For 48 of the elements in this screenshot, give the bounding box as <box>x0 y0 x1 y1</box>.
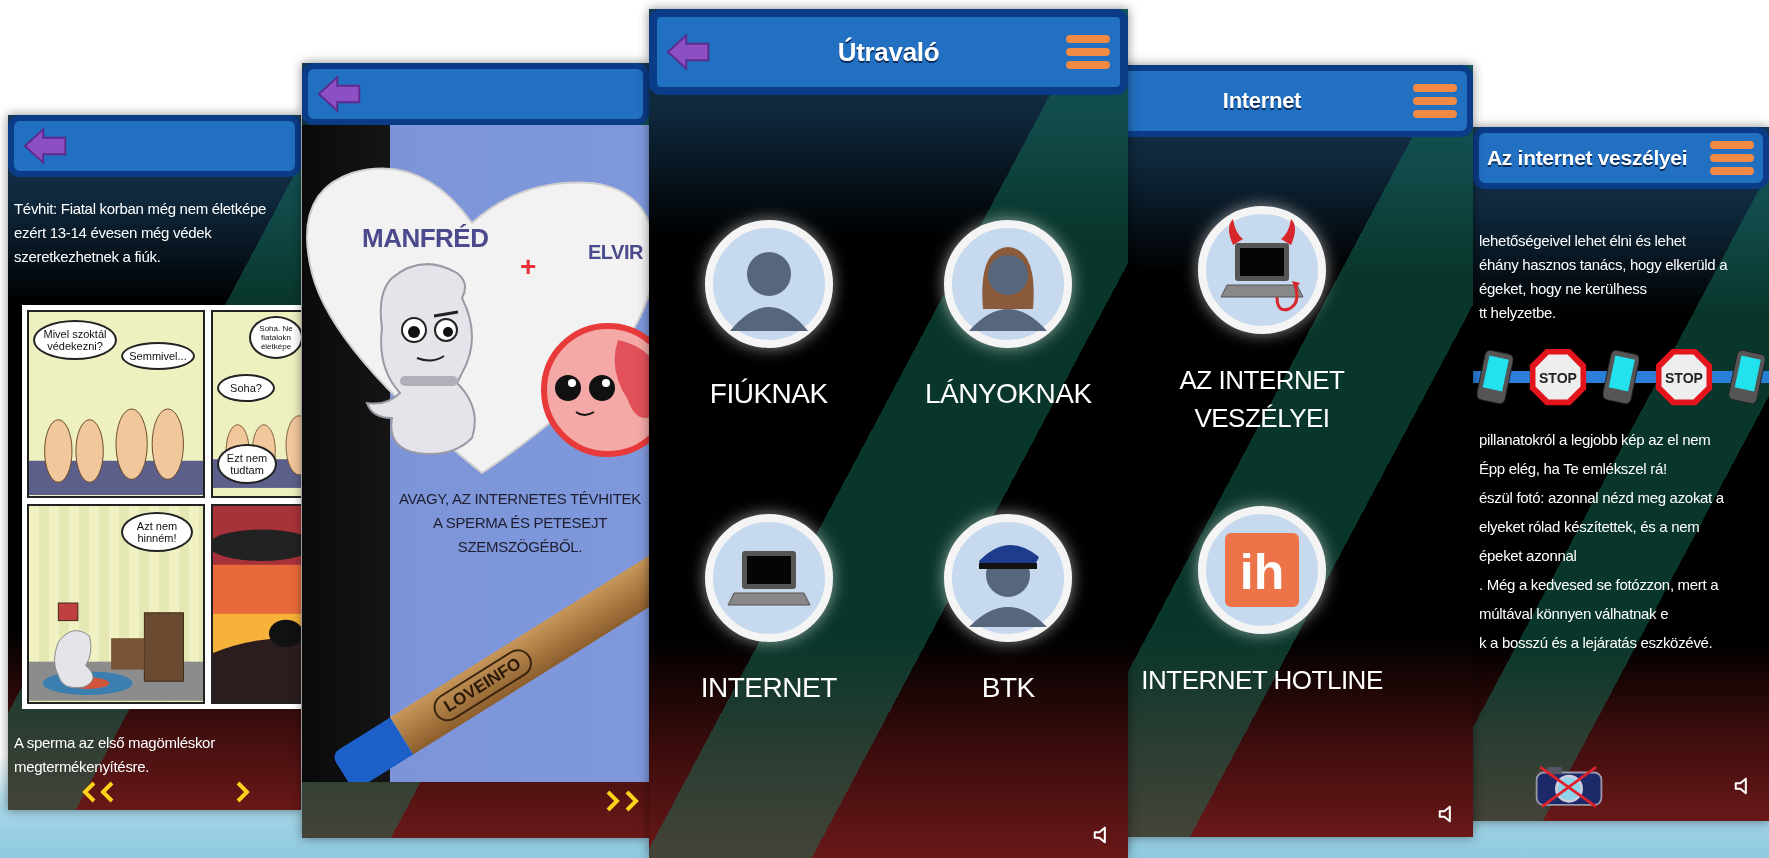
menu-tile[interactable]: INTERNET <box>700 513 837 707</box>
text-line: tt helyzetbe. <box>1479 303 1557 323</box>
horned-laptop-icon <box>1197 205 1327 335</box>
screen-title: Az internet veszélyei <box>1487 146 1689 170</box>
text-line: pillanatokról a legjobb kép az el nem <box>1479 430 1712 450</box>
speech-bubble: Soha? <box>217 374 275 402</box>
menu-tile[interactable]: ih INTERNET HOTLINE <box>1141 505 1383 699</box>
text-line: lehetőségeivel lehet élni és lehet <box>1479 231 1687 251</box>
text-line: megtermékenyítésre. <box>14 757 151 777</box>
next-icon[interactable] <box>235 781 251 803</box>
text-line: . Még a kedvesed se fotózzon, mert a <box>1479 575 1720 595</box>
screen-title: Internet <box>1221 88 1303 114</box>
stop-sign: STOP <box>1654 347 1714 407</box>
text-line: épeket azonnal <box>1479 546 1578 566</box>
phone-icon <box>1729 349 1765 405</box>
phone-icon <box>1603 349 1639 405</box>
plus-sign: + <box>520 251 537 283</box>
screen-title: Útravaló <box>836 36 941 68</box>
speech-bubble: Soha. Ne fiatalokn életképe <box>249 316 301 359</box>
laptop-icon <box>703 513 834 643</box>
text-line: észül fotó: azonnal nézd meg azokat a <box>1479 488 1725 508</box>
hotline-logo: ih <box>1197 505 1327 635</box>
phone-icon <box>1477 349 1513 405</box>
text-line: elyeket rólad készítettek, és a nem <box>1479 517 1701 537</box>
text-line: múltával könnyen válhatnak e <box>1479 604 1670 624</box>
name-text: MANFRÉD <box>362 223 489 254</box>
poster-caption: AVAGY, AZ INTERNETES TÉVHITEK A SPERMA ÉS PETESEJT SZEMSZÖGÉBŐL. <box>398 489 642 557</box>
text-line: A sperma az első magömléskor <box>14 733 216 753</box>
officer-silhouette-icon <box>943 513 1074 643</box>
speech-bubble: Semmivel... <box>121 342 195 370</box>
crossed-camera-icon <box>1533 763 1605 809</box>
speech-bubble: Azt nem hinném! <box>121 512 193 552</box>
menu-tile[interactable]: BTK <box>943 513 1074 707</box>
menu-tile[interactable]: AZ INTERNET VESZÉLYEI <box>1162 205 1362 437</box>
speech-bubble: Mivel szoktál védekezni? <box>33 320 117 360</box>
woman-silhouette-icon <box>943 219 1074 349</box>
text-line: Épp elég, ha Te emlékszel rá! <box>1479 459 1668 479</box>
text-line: éhány hasznos tanács, hogy elkerüld a <box>1479 255 1729 275</box>
text-line: Tévhit: Fiatal korban még nem életképe <box>14 199 268 219</box>
menu-tile[interactable]: LÁNYOKNAK <box>924 219 1092 413</box>
text-line: szeretkezhetnek a fiúk. <box>14 247 162 267</box>
text-line: égeket, hogy ne kerülhess <box>1479 279 1648 299</box>
text-line: ezért 13-14 évesen még védek <box>14 223 213 243</box>
text-line: k a bosszú és a lejáratás eszközévé. <box>1479 633 1714 653</box>
menu-tile[interactable]: FIÚKNAK <box>703 219 834 413</box>
stop-sign: STOP <box>1528 347 1588 407</box>
person-silhouette-icon <box>703 219 834 349</box>
name-text: ELVIR <box>588 241 643 264</box>
